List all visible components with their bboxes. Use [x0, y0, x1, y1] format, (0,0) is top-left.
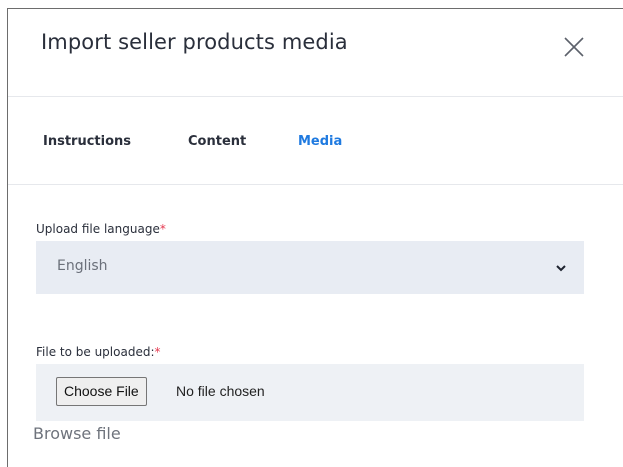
file-input[interactable]: Choose File No file chosen: [36, 364, 584, 421]
language-label: Upload file language*: [36, 222, 166, 236]
browse-file-text: Browse file: [33, 424, 121, 443]
no-file-status: No file chosen: [176, 383, 265, 399]
language-select[interactable]: English: [36, 241, 584, 294]
file-label: File to be uploaded:*: [36, 345, 160, 359]
modal-header: Import seller products media: [8, 9, 623, 97]
tab-instructions[interactable]: Instructions: [43, 134, 131, 149]
required-marker: *: [154, 345, 161, 359]
modal-title: Import seller products media: [41, 30, 348, 54]
choose-file-button[interactable]: Choose File: [56, 377, 147, 406]
tab-content[interactable]: Content: [188, 134, 246, 149]
file-label-text: File to be uploaded:: [36, 345, 155, 359]
required-marker: *: [159, 222, 166, 236]
tab-bar: Instructions Content Media: [8, 97, 623, 185]
language-label-text: Upload file language: [36, 222, 160, 236]
chevron-down-icon: [556, 265, 566, 272]
close-icon: [564, 37, 584, 57]
language-select-value: English: [57, 258, 108, 274]
tab-media[interactable]: Media: [298, 134, 342, 149]
close-button[interactable]: [563, 36, 585, 58]
